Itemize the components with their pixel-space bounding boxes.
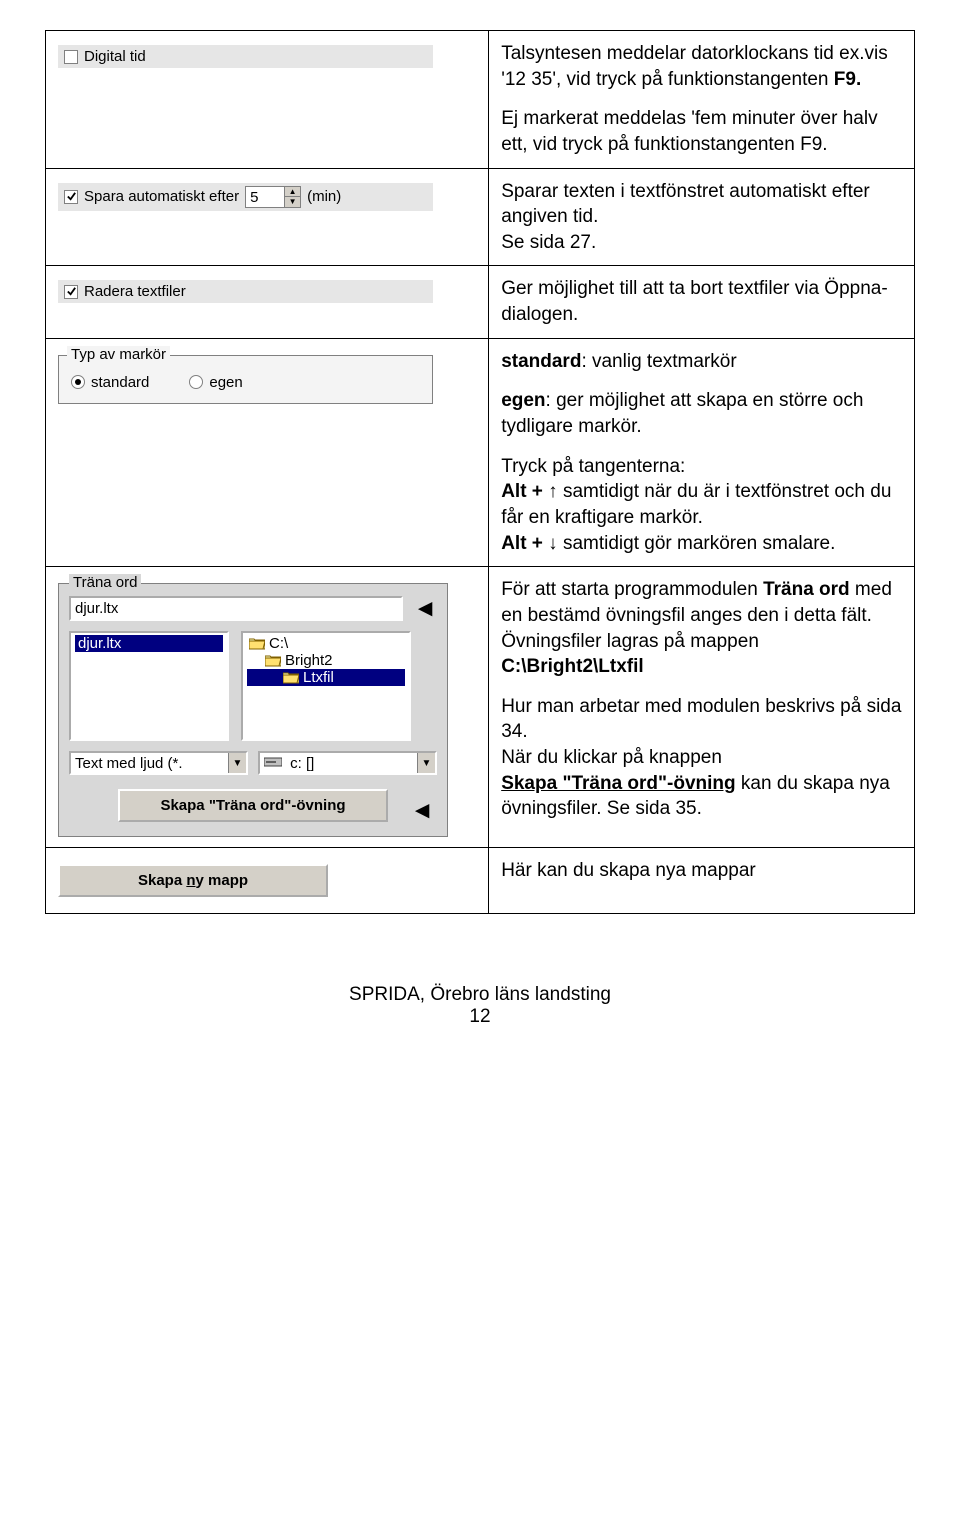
row5-desc2: Hur man arbetar med modulen beskrivs på …: [501, 694, 902, 822]
radio-egen-label: egen: [209, 374, 242, 391]
skapa-trana-ord-label: Skapa "Träna ord"-övning: [160, 797, 345, 814]
spara-auto-spinner[interactable]: 5 ▲ ▼: [245, 186, 301, 208]
dir-item-ltxfil[interactable]: Ltxfil: [247, 669, 405, 686]
dir-item-root[interactable]: C:\: [247, 635, 405, 652]
row1-desc1: Talsyntesen meddelar datorklockans tid e…: [501, 41, 902, 92]
trana-file-list-item[interactable]: djur.ltx: [75, 635, 223, 652]
trana-file-input[interactable]: djur.ltx: [69, 596, 403, 621]
dir-label-bright2: Bright2: [285, 652, 333, 669]
skapa-ny-mapp-post: y mapp: [196, 872, 249, 889]
footer-org: SPRIDA, Örebro läns landsting: [45, 984, 915, 1006]
radera-textfiler-label: Radera textfiler: [84, 283, 186, 300]
dir-label-ltxfil: Ltxfil: [303, 669, 334, 686]
skapa-ny-mapp-accel: n: [186, 872, 195, 889]
footer-page: 12: [45, 1006, 915, 1028]
row2-desc1: Sparar texten i textfönstret automatiskt…: [501, 179, 902, 256]
skapa-ny-mapp-pre: Skapa: [138, 872, 186, 889]
folder-open-icon: [283, 671, 299, 684]
arrow-left-icon: ◄: [410, 797, 434, 825]
spara-auto-control[interactable]: Spara automatiskt efter 5 ▲ ▼ (min): [58, 183, 433, 211]
trana-dir-list[interactable]: C:\ Bright2 Ltxfil: [241, 631, 411, 741]
trana-ord-panel: Träna ord djur.ltx ◄ djur.ltx C:\: [58, 583, 448, 837]
dir-item-bright2[interactable]: Bright2: [247, 652, 405, 669]
spara-auto-checkbox[interactable]: [64, 190, 78, 204]
file-filter-combo[interactable]: Text med ljud (*. ▼: [69, 751, 248, 775]
radio-egen[interactable]: egen: [189, 374, 242, 391]
radera-textfiler-control[interactable]: Radera textfiler: [58, 280, 433, 303]
drive-icon: [264, 755, 282, 767]
spara-auto-unit: (min): [307, 188, 341, 205]
folder-open-icon: [249, 637, 265, 650]
typ-av-markor-group: Typ av markör standard egen: [58, 355, 433, 404]
chevron-down-icon[interactable]: ▼: [228, 753, 246, 773]
trana-ord-legend: Träna ord: [69, 574, 141, 591]
chevron-down-icon[interactable]: ▼: [417, 753, 435, 773]
typ-av-markor-legend: Typ av markör: [67, 346, 170, 363]
radera-textfiler-checkbox[interactable]: [64, 285, 78, 299]
row3-desc1: Ger möjlighet till att ta bort textfiler…: [501, 276, 902, 327]
digital-tid-label: Digital tid: [84, 48, 146, 65]
spinner-down-icon[interactable]: ▼: [285, 197, 300, 207]
file-filter-text: Text med ljud (*.: [71, 755, 228, 772]
row4-desc3: Tryck på tangenterna: Alt + ↑ samtidigt …: [501, 454, 902, 557]
folder-open-icon: [265, 654, 281, 667]
drive-combo-text: c: []: [260, 755, 417, 772]
spara-auto-label: Spara automatiskt efter: [84, 188, 239, 205]
radio-standard-dot[interactable]: [71, 375, 85, 389]
skapa-ny-mapp-button[interactable]: Skapa ny mapp: [58, 864, 328, 897]
skapa-trana-ord-button[interactable]: Skapa "Träna ord"-övning ◄: [118, 789, 388, 822]
digital-tid-checkbox[interactable]: [64, 50, 78, 64]
digital-tid-control[interactable]: Digital tid: [58, 45, 433, 68]
row5-desc1: För att starta programmodulen Träna ord …: [501, 577, 902, 680]
row1-desc2: Ej markerat meddelas 'fem minuter över h…: [501, 106, 902, 157]
dir-label-root: C:\: [269, 635, 288, 652]
row4-desc2: egen: ger möjlighet att skapa en större …: [501, 388, 902, 439]
row4-desc1: standard: vanlig textmarkör: [501, 349, 902, 375]
trana-file-list[interactable]: djur.ltx: [69, 631, 229, 741]
radio-egen-dot[interactable]: [189, 375, 203, 389]
spinner-up-icon[interactable]: ▲: [285, 187, 300, 198]
radio-standard[interactable]: standard: [71, 374, 149, 391]
row6-desc1: Här kan du skapa nya mappar: [501, 858, 902, 884]
spara-auto-value[interactable]: 5: [246, 187, 284, 207]
drive-combo[interactable]: c: [] ▼: [258, 751, 437, 775]
radio-standard-label: standard: [91, 374, 149, 391]
